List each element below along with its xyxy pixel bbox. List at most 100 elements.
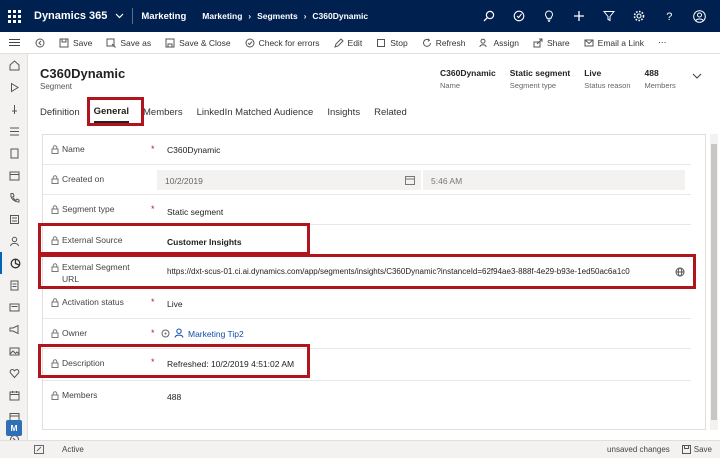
breadcrumb-item[interactable]: Segments <box>257 11 298 21</box>
search-icon[interactable] <box>474 0 504 32</box>
status-bar: Active unsaved changes Save <box>0 440 720 458</box>
form-icon[interactable] <box>0 296 28 318</box>
divider <box>132 8 134 24</box>
email-link-button[interactable]: Email a Link <box>577 32 651 54</box>
image-icon[interactable] <box>0 340 28 362</box>
edit-button[interactable]: Edit <box>327 32 370 54</box>
help-icon[interactable]: ? <box>654 0 684 32</box>
document-icon[interactable] <box>0 142 28 164</box>
segment-type-value[interactable]: Static segment <box>167 207 223 217</box>
tab-linkedin[interactable]: LinkedIn Matched Audience <box>197 107 314 122</box>
header-label: Segment type <box>509 81 557 90</box>
heart-icon[interactable] <box>0 362 28 384</box>
refresh-label: Refresh <box>435 37 466 48</box>
phone-icon[interactable] <box>0 186 28 208</box>
tab-insights[interactable]: Insights <box>327 107 360 122</box>
header-label: Name <box>440 81 461 90</box>
area-switcher-avatar[interactable]: M <box>6 420 22 436</box>
owner-link[interactable]: Marketing Tip2 <box>188 329 244 339</box>
event-calendar-icon[interactable] <box>0 384 28 406</box>
user-icon <box>174 328 184 338</box>
assign-label: Assign <box>493 37 519 48</box>
chevron-down-icon[interactable] <box>115 11 124 21</box>
status-save-button[interactable]: Save <box>681 445 712 454</box>
refresh-button[interactable]: Refresh <box>415 32 473 54</box>
calendar-icon[interactable] <box>0 164 28 186</box>
header-field-segment-type: Static segment Segment type <box>510 68 584 90</box>
form-scrollbar[interactable] <box>710 134 718 430</box>
page-icon[interactable] <box>0 274 28 296</box>
more-commands-button[interactable]: ⋯ <box>651 32 674 54</box>
task-flow-icon[interactable] <box>504 0 534 32</box>
settings-gear-icon[interactable] <box>624 0 654 32</box>
created-on-date-field: 10/2/2019 <box>157 170 421 190</box>
app-title[interactable]: Dynamics 365 <box>34 10 107 22</box>
edit-icon <box>333 37 344 48</box>
lock-icon <box>51 175 59 184</box>
header-value: Live <box>584 68 602 78</box>
back-button[interactable] <box>28 32 52 54</box>
field-label: Created on <box>51 174 104 185</box>
share-button[interactable]: Share <box>526 32 577 54</box>
header-value: C360Dynamic <box>440 68 496 78</box>
unsaved-changes-text: unsaved changes <box>607 445 670 454</box>
nav-list-icon[interactable] <box>0 120 28 142</box>
highlight-box-description <box>38 344 310 378</box>
area-name[interactable]: Marketing <box>141 11 186 22</box>
left-nav-rail: M <box>0 54 28 458</box>
header-field-members: 488 Members <box>645 68 690 90</box>
svg-text:?: ? <box>666 11 672 22</box>
email-link-label: Email a Link <box>597 37 644 48</box>
stop-icon <box>377 38 386 47</box>
field-label: Members <box>51 390 97 401</box>
lock-icon <box>51 329 59 338</box>
lock-icon <box>51 391 59 400</box>
name-value[interactable]: C360Dynamic <box>167 145 220 155</box>
record-status: Active <box>62 445 84 454</box>
lightbulb-icon[interactable] <box>534 0 564 32</box>
play-icon[interactable] <box>0 76 28 98</box>
app-launcher-icon[interactable] <box>0 0 28 32</box>
segments-icon[interactable] <box>0 252 28 274</box>
contact-icon[interactable] <box>0 230 28 252</box>
save-close-label: Save & Close <box>179 37 231 48</box>
activation-status-value[interactable]: Live <box>167 299 183 309</box>
field-row-members: Members 488 <box>43 381 691 411</box>
command-bar: Save Save as Save & Close Check for erro… <box>0 32 720 54</box>
header-field-status-reason: Live Status reason <box>584 68 644 90</box>
field-row-created-on: Created on 10/2/2019 5:46 AM <box>43 165 691 195</box>
user-profile-icon[interactable] <box>684 0 714 32</box>
plus-icon[interactable] <box>564 0 594 32</box>
save-as-button[interactable]: Save as <box>99 32 158 54</box>
tab-related[interactable]: Related <box>374 107 407 122</box>
top-nav-bar: Dynamics 365 Marketing Marketing › Segme… <box>0 0 720 32</box>
required-indicator: * <box>151 297 155 307</box>
home-icon[interactable] <box>0 54 28 76</box>
popout-icon[interactable] <box>34 445 44 454</box>
header-expand-chevron-icon[interactable] <box>692 72 702 82</box>
megaphone-icon[interactable] <box>0 318 28 340</box>
pin-icon[interactable] <box>0 98 28 120</box>
list-icon[interactable] <box>0 208 28 230</box>
breadcrumb-item[interactable]: Marketing <box>202 11 242 21</box>
stop-label: Stop <box>390 37 408 48</box>
scrollbar-thumb[interactable] <box>711 144 717 420</box>
tab-members[interactable]: Members <box>143 107 183 122</box>
stop-button[interactable]: Stop <box>369 32 415 54</box>
highlight-box-external-source <box>38 223 310 255</box>
created-on-time: 5:46 AM <box>431 176 463 186</box>
highlight-box-general-tab <box>87 97 144 126</box>
assign-button[interactable]: Assign <box>472 32 526 54</box>
members-value[interactable]: 488 <box>167 392 181 402</box>
lock-icon <box>51 205 59 214</box>
filter-icon[interactable] <box>594 0 624 32</box>
hamburger-menu-icon[interactable] <box>0 38 28 47</box>
required-indicator: * <box>151 328 155 338</box>
header-label: Members <box>644 81 676 90</box>
check-errors-button[interactable]: Check for errors <box>238 32 327 54</box>
save-close-button[interactable]: Save & Close <box>158 32 238 54</box>
field-row-activation-status: Activation status * Live <box>43 289 691 319</box>
assign-icon <box>479 38 488 47</box>
tab-definition[interactable]: Definition <box>40 107 80 122</box>
save-button[interactable]: Save <box>52 32 99 54</box>
